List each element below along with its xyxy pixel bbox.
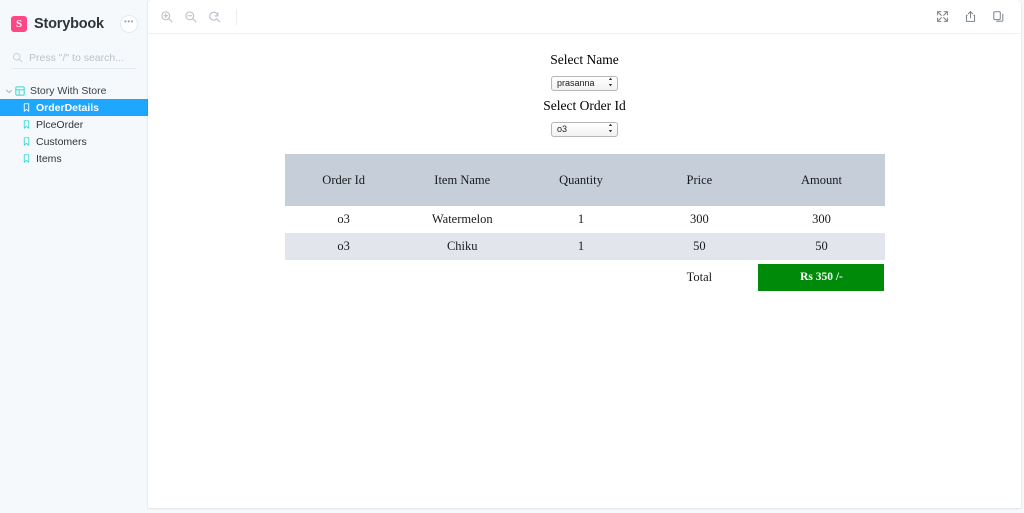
select-name-wrapper[interactable]: prasanna	[551, 73, 618, 91]
sidebar-item-label: Items	[36, 152, 62, 165]
select-order-id-wrapper[interactable]: o3	[551, 119, 618, 137]
cell-item-name: Watermelon	[402, 206, 522, 233]
storybook-logo-icon: S	[11, 16, 27, 32]
storybook-app: S Storybook ••• Press "/" to search... S…	[0, 0, 1024, 513]
search-bar[interactable]	[12, 47, 136, 69]
cell-item-name: Chiku	[402, 233, 522, 260]
order-table-wrapper: Order Id Item Name Quantity Price Amount…	[284, 154, 885, 294]
zoom-in-button[interactable]	[156, 6, 178, 28]
sidebar-item-items[interactable]: Items	[0, 150, 148, 167]
canvas-toolbar	[148, 0, 1021, 34]
cell-empty	[521, 260, 641, 294]
table-row: o3 Chiku 1 50 50	[284, 233, 885, 260]
sidebar-item-customers[interactable]: Customers	[0, 133, 148, 150]
cell-order-id: o3	[284, 233, 403, 260]
cell-price: 50	[640, 233, 759, 260]
story-tree: Story With Store OrderDetails PlceOrder …	[0, 83, 148, 167]
column-header-price: Price	[640, 154, 759, 206]
zoom-out-button[interactable]	[180, 6, 202, 28]
sidebar-menu-button[interactable]: •••	[120, 15, 138, 33]
canvas-panel: Select Name prasanna Select Order Id o3 …	[148, 0, 1021, 508]
select-order-id-dropdown[interactable]: o3	[551, 122, 618, 137]
select-name-label: Select Name	[550, 52, 619, 67]
sidebar-item-plceorder[interactable]: PlceOrder	[0, 116, 148, 133]
order-table-body: o3 Watermelon 1 300 300 o3 Chiku 1 50 50…	[284, 206, 885, 294]
copy-link-button[interactable]	[987, 6, 1009, 28]
cell-empty	[284, 260, 403, 294]
cell-price: 300	[640, 206, 759, 233]
sidebar-item-orderdetails[interactable]: OrderDetails	[0, 99, 148, 116]
order-table: Order Id Item Name Quantity Price Amount…	[284, 154, 885, 294]
total-amount-badge: Rs 350 /-	[758, 263, 885, 291]
cell-amount: 50	[758, 233, 885, 260]
table-header-row: Order Id Item Name Quantity Price Amount	[284, 154, 885, 206]
search-icon	[12, 52, 23, 63]
sidebar-title: Storybook	[34, 16, 104, 32]
total-label: Total	[640, 260, 759, 294]
table-row: o3 Watermelon 1 300 300	[284, 206, 885, 233]
cell-quantity: 1	[521, 233, 641, 260]
story-bookmark-icon	[23, 137, 30, 146]
zoom-reset-icon	[209, 11, 221, 22]
toolbar-divider	[236, 8, 237, 25]
cell-empty	[402, 260, 522, 294]
fullscreen-icon	[936, 11, 948, 22]
order-details-story: Select Name prasanna Select Order Id o3 …	[148, 34, 1021, 294]
select-name-dropdown[interactable]: prasanna	[551, 76, 618, 91]
sidebar-brand[interactable]: S Storybook •••	[0, 7, 148, 41]
main-area: Select Name prasanna Select Order Id o3 …	[148, 0, 1024, 513]
sidebar-item-label: OrderDetails	[36, 101, 100, 114]
story-canvas: Select Name prasanna Select Order Id o3 …	[148, 34, 1021, 508]
column-header-quantity: Quantity	[521, 154, 641, 206]
toolbar-right-group	[925, 6, 1009, 28]
order-table-head: Order Id Item Name Quantity Price Amount	[284, 154, 885, 206]
component-icon	[15, 86, 25, 96]
copy-icon	[992, 11, 1003, 22]
story-bookmark-icon	[23, 154, 30, 163]
zoom-reset-button[interactable]	[204, 6, 226, 28]
column-header-amount: Amount	[758, 154, 885, 206]
column-header-order-id: Order Id	[284, 154, 403, 206]
story-bookmark-icon	[23, 120, 30, 129]
story-bookmark-icon	[23, 103, 30, 112]
table-total-row: Total Rs 350 /-	[284, 260, 885, 294]
tree-group-story-with-store[interactable]: Story With Store	[0, 83, 148, 99]
sidebar-item-label: Customers	[36, 135, 87, 148]
tree-group-label: Story With Store	[30, 85, 107, 97]
total-cell: Rs 350 /-	[758, 260, 885, 294]
share-icon	[965, 11, 975, 22]
sidebar: S Storybook ••• Press "/" to search... S…	[0, 0, 148, 513]
chevron-down-icon	[6, 89, 12, 94]
zoom-in-icon	[161, 10, 173, 22]
cell-order-id: o3	[284, 206, 403, 233]
ellipsis-icon: •••	[124, 16, 134, 26]
search-input[interactable]	[29, 51, 136, 64]
toolbar-left-group	[156, 6, 243, 28]
select-order-id-label: Select Order Id	[543, 98, 626, 113]
open-new-tab-button[interactable]	[959, 6, 981, 28]
column-header-item-name: Item Name	[402, 154, 522, 206]
zoom-out-icon	[185, 10, 197, 22]
cell-quantity: 1	[521, 206, 641, 233]
fullscreen-button[interactable]	[931, 6, 953, 28]
cell-amount: 300	[758, 206, 885, 233]
sidebar-item-label: PlceOrder	[36, 118, 84, 131]
